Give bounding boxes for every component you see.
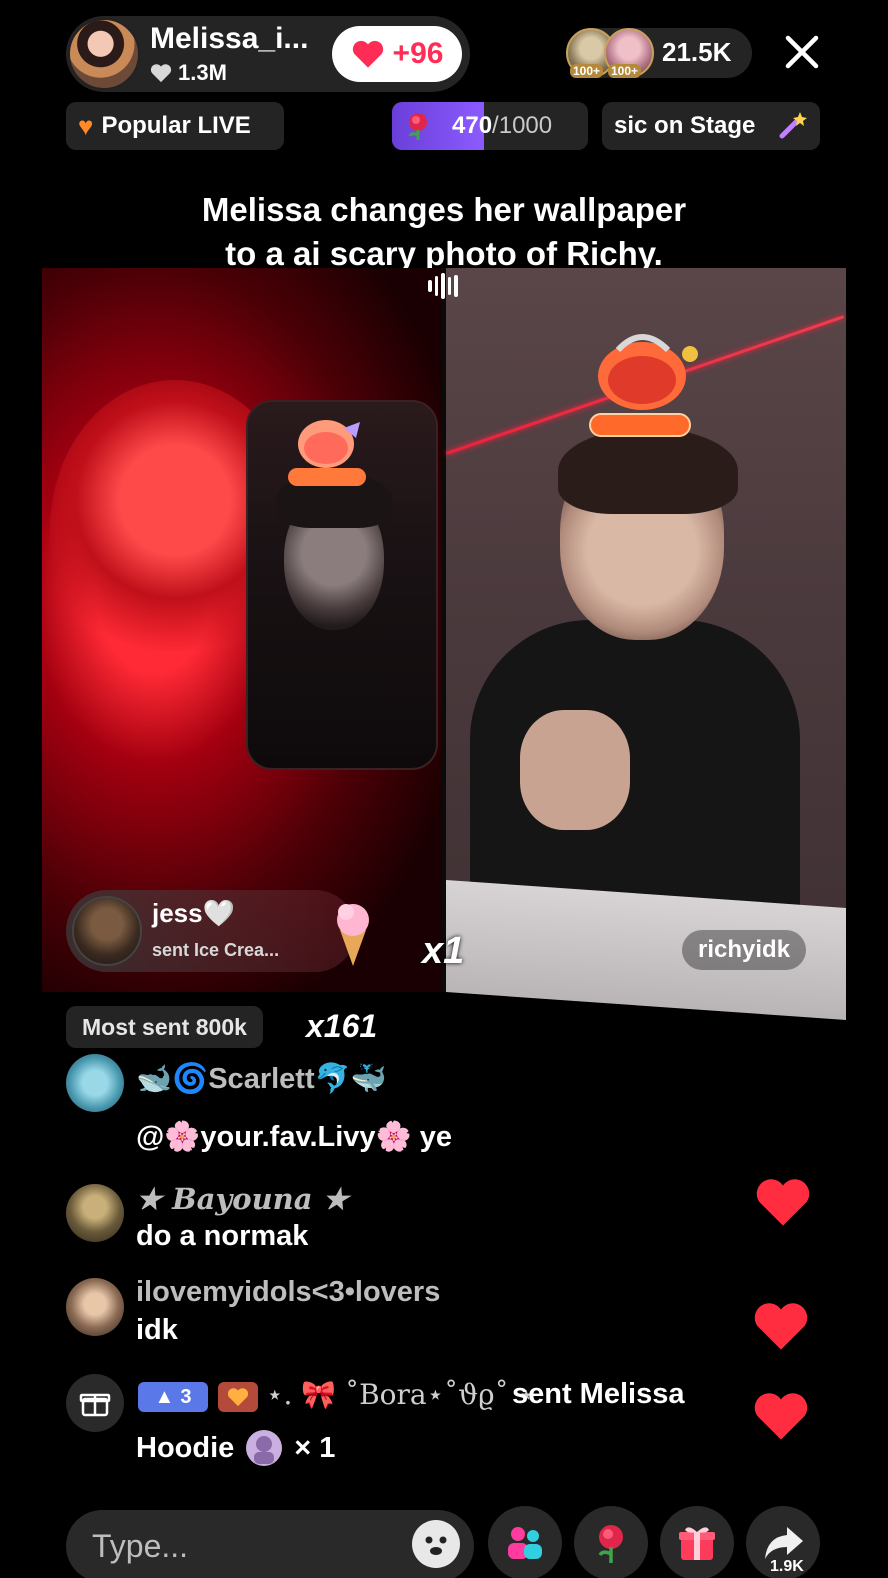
viewer-badge: 100+ [608,64,642,78]
rose-icon [408,113,427,140]
commenter-avatar[interactable] [66,1054,124,1112]
fan-club-sticker-icon[interactable] [286,414,370,488]
comment-username[interactable]: ★ 𝑩𝒂𝒚𝒐𝒖𝒏𝒂 ★ [136,1182,349,1216]
fan-club-badge [218,1382,258,1412]
viewer-count: 21.5K [662,37,732,67]
comment-text: @🌸your.fav.Livy🌸 ye [136,1121,452,1153]
audio-indicator-icon [428,272,458,300]
most-sent-badge[interactable]: Most sent 800k [66,1006,263,1048]
heart-icon[interactable] [752,1300,810,1352]
close-icon[interactable] [780,30,824,74]
rose-icon [598,1525,623,1563]
heart-icon [352,40,383,68]
gift-box-icon [679,1527,715,1560]
heart-icon[interactable] [754,1176,812,1228]
gift-event-line-2: Hoodie × 1 [136,1428,335,1468]
host-likes-count: 1.3M [178,60,227,85]
viewer-badge: 100+ [570,64,604,78]
most-sent-multiplier: x161 [306,1008,378,1044]
heart-icon [150,64,172,83]
ice-cream-gift-icon [337,904,369,966]
comment-text: idk [136,1314,178,1346]
gift-message: sent Ice Crea... [152,940,280,960]
like-boost-count: +96 [392,37,444,70]
gift-event-icon [66,1374,124,1432]
stage-label: sic on Stage [614,112,756,139]
commenter-avatar[interactable] [66,1278,124,1336]
right-streamer-hair [558,428,738,514]
gift-event-username[interactable]: ⋆. 🎀 ˚Bora⋆˚ϑϱ˚ ⋆ [266,1378,535,1411]
share-arrow-icon [765,1527,803,1559]
gift-multiplier: x1 [422,930,465,972]
user-level-badge: ▲ 3 [138,1382,208,1412]
top-viewer-avatar[interactable]: 100+ [604,28,654,78]
guest-invite-button[interactable] [488,1506,562,1578]
gift-count: × 1 [294,1431,336,1464]
host-avatar[interactable] [68,18,140,90]
orange-heart-icon: ♥ [78,110,94,141]
follow-like-button[interactable]: +96 [332,26,462,82]
caption-line-1: Melissa changes her wallpaper [201,191,687,228]
comment-username[interactable]: 🐋🌀Scarlett🐬🐳 [136,1062,387,1096]
gift-sender-name: jess🤍 [152,898,235,928]
host-name[interactable]: Melissa_i... [150,22,308,56]
gift-event-text: sent Melissa [512,1378,685,1410]
gift-goal-current: 470 [452,112,493,139]
rose-gift-button[interactable] [574,1506,648,1578]
gift-name: Hoodie [136,1431,235,1464]
heart-icon[interactable] [752,1390,810,1442]
right-streamer-name-tag[interactable]: richyidk [682,930,807,970]
gift-button[interactable] [660,1506,734,1578]
gift-goal-total: /1000 [492,112,553,139]
heart-icon [227,1388,249,1407]
fan-club-sticker-icon[interactable] [588,320,702,438]
popular-live-badge[interactable]: ♥ Popular LIVE [66,102,284,150]
host-likes: 1.3M [150,60,227,86]
emoji-icon[interactable] [412,1520,460,1568]
magic-wand-icon [779,112,807,139]
level-arrow-icon: ▲ [154,1385,175,1408]
user-level: 3 [180,1385,192,1408]
commenter-avatar[interactable] [66,1184,124,1242]
comment-input-placeholder: Type... [92,1528,189,1564]
comment-username[interactable]: ilovemyidols<3•lovers [136,1276,440,1309]
gift-box-icon [79,1393,111,1417]
video-caption: Melissa changes her wallpaper to a ai sc… [0,188,888,276]
stage-banner[interactable]: sic on Stage [602,102,820,150]
gift-goal-bar[interactable]: 470/1000 [392,102,588,150]
hoodie-gift-icon [246,1430,283,1466]
gift-sender-avatar[interactable] [72,896,142,966]
right-streamer-hand [520,710,630,830]
gift-goal-text: 470/1000 [452,112,552,140]
share-count: 1.9K [770,1558,804,1575]
popular-live-label: Popular LIVE [101,112,251,139]
comment-text: do a normak [136,1220,309,1252]
people-icon [508,1527,542,1559]
